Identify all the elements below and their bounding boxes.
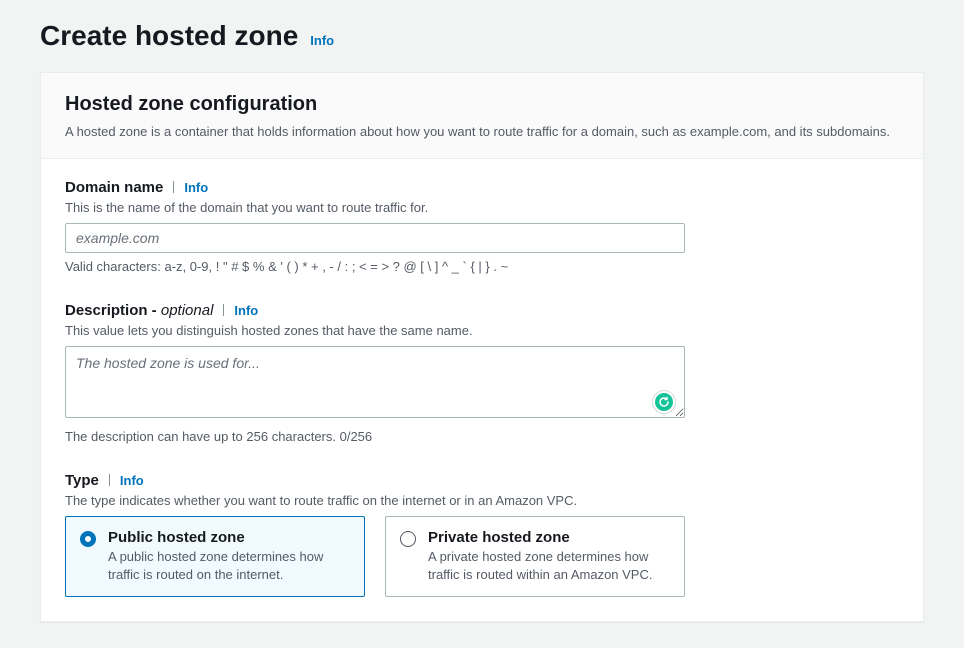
- radio-public-title: Public hosted zone: [108, 529, 350, 546]
- description-hint: This value lets you distinguish hosted z…: [65, 323, 899, 338]
- radio-private-title: Private hosted zone: [428, 529, 670, 546]
- domain-name-field: Domain name Info This is the name of the…: [65, 179, 899, 274]
- panel-title: Hosted zone configuration: [65, 93, 899, 116]
- type-radio-group: Public hosted zone A public hosted zone …: [65, 516, 899, 597]
- type-field: Type Info The type indicates whether you…: [65, 472, 899, 597]
- description-textarea[interactable]: [65, 346, 685, 418]
- radio-icon: [400, 531, 416, 547]
- panel-description: A hosted zone is a container that holds …: [65, 122, 899, 142]
- type-hint: The type indicates whether you want to r…: [65, 493, 899, 508]
- panel-header: Hosted zone configuration A hosted zone …: [41, 73, 923, 159]
- separator: [223, 304, 224, 316]
- type-label: Type: [65, 472, 99, 489]
- domain-name-input[interactable]: [65, 223, 685, 253]
- description-textarea-wrap: [65, 346, 685, 423]
- description-field: Description - optional Info This value l…: [65, 302, 899, 444]
- radio-icon: [80, 531, 96, 547]
- domain-info-link[interactable]: Info: [184, 180, 208, 195]
- page-header: Create hosted zone Info: [40, 20, 924, 52]
- separator: [109, 474, 110, 486]
- description-label: Description - optional: [65, 302, 213, 319]
- radio-private-desc: A private hosted zone determines how tra…: [428, 548, 670, 584]
- domain-hint: This is the name of the domain that you …: [65, 200, 899, 215]
- domain-label: Domain name: [65, 179, 163, 196]
- radio-public-hosted-zone[interactable]: Public hosted zone A public hosted zone …: [65, 516, 365, 597]
- config-panel: Hosted zone configuration A hosted zone …: [40, 72, 924, 622]
- radio-public-desc: A public hosted zone determines how traf…: [108, 548, 350, 584]
- type-info-link[interactable]: Info: [120, 473, 144, 488]
- description-footnote: The description can have up to 256 chara…: [65, 429, 899, 444]
- domain-valid-chars: Valid characters: a-z, 0-9, ! " # $ % & …: [65, 259, 899, 274]
- page-info-link[interactable]: Info: [310, 33, 334, 48]
- separator: [173, 181, 174, 193]
- page-title: Create hosted zone: [40, 20, 298, 52]
- panel-body: Domain name Info This is the name of the…: [41, 159, 923, 621]
- description-info-link[interactable]: Info: [234, 303, 258, 318]
- description-label-row: Description - optional Info: [65, 302, 899, 319]
- type-label-row: Type Info: [65, 472, 899, 489]
- domain-label-row: Domain name Info: [65, 179, 899, 196]
- grammarly-icon[interactable]: [653, 391, 675, 413]
- radio-private-hosted-zone[interactable]: Private hosted zone A private hosted zon…: [385, 516, 685, 597]
